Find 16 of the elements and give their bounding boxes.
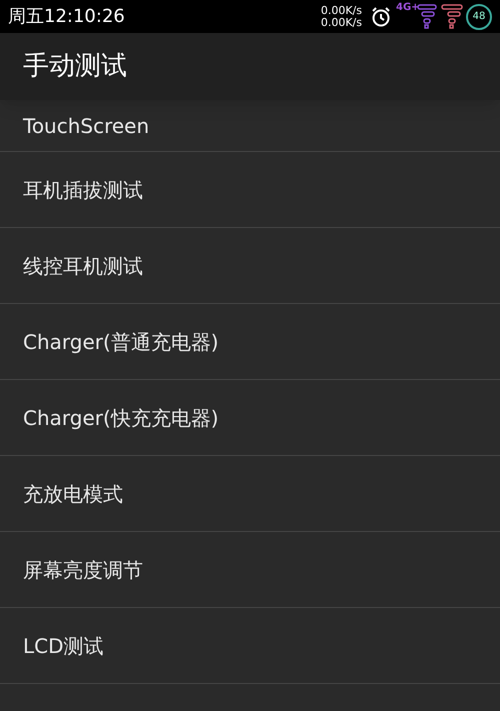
network-speed: 0.00K/s: [320, 4, 362, 16]
menu-item[interactable]: 充放电模式: [0, 456, 500, 532]
page-title: 手动测试: [23, 50, 127, 83]
menu-item[interactable]: 线控耳机测试: [0, 228, 500, 304]
menu-item[interactable]: TouchScreen: [0, 100, 500, 152]
battery-ring: 48: [466, 4, 492, 30]
menu-item[interactable]: Charger(快充充电器): [0, 380, 500, 456]
signal-icon: [416, 4, 464, 30]
menu-item[interactable]: LCD测试: [0, 608, 500, 684]
menu-item[interactable]: 屏幕亮度调节: [0, 532, 500, 608]
menu-item[interactable]: Charger(普通充电器): [0, 304, 500, 380]
network-speed: 0.00K/s: [320, 16, 362, 28]
alarm-icon: [370, 6, 392, 28]
menu-item[interactable]: 耳机插拔测试: [0, 152, 500, 228]
network-type: 4G+: [396, 0, 420, 14]
status-time: 周五12:10:26: [8, 5, 125, 29]
